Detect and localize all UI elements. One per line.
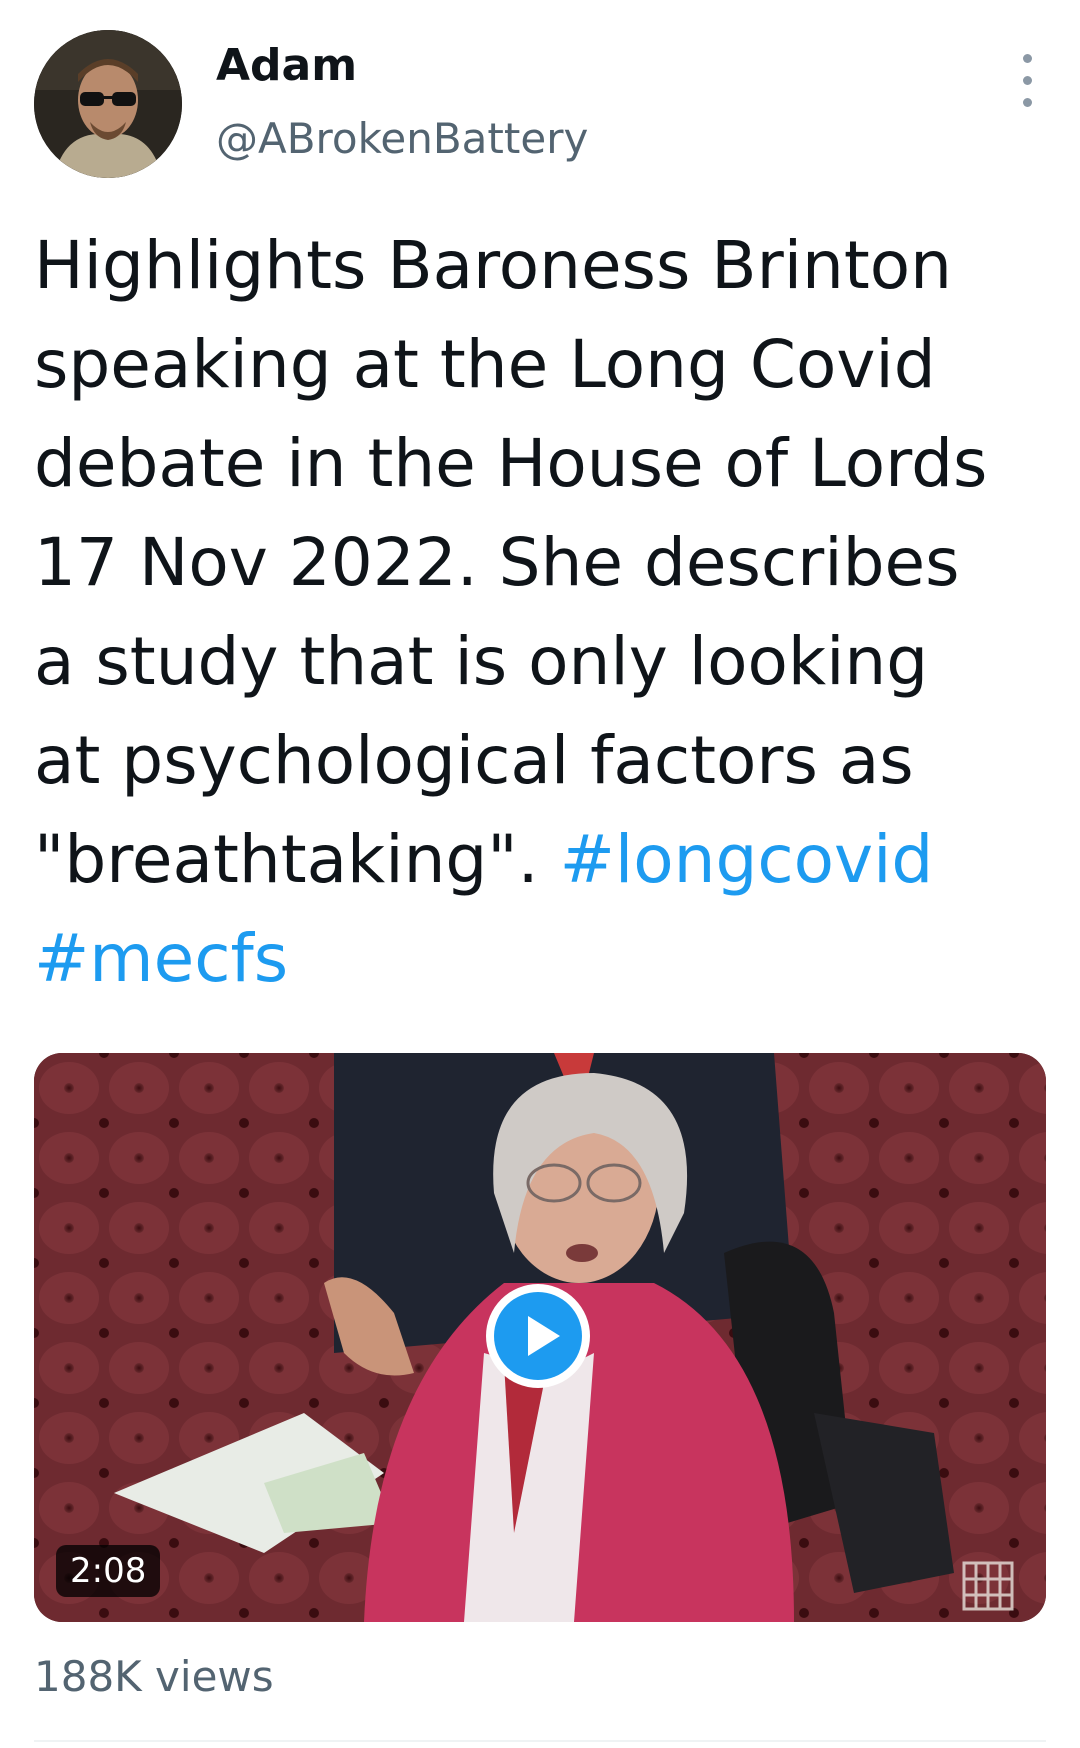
tweet-text-line: debate in the House of Lords — [34, 425, 988, 502]
play-button[interactable] — [486, 1284, 590, 1388]
tweet-text-line: a study that is only looking — [34, 623, 929, 700]
author-handle[interactable]: @ABrokenBattery — [216, 114, 588, 163]
hashtag-link[interactable]: #longcovid — [560, 821, 934, 898]
play-icon — [528, 1316, 560, 1356]
avatar[interactable] — [34, 30, 182, 178]
tweet-text: Highlights Baroness Brinton speaking at … — [34, 216, 1054, 1008]
view-count: 188K views — [34, 1652, 274, 1701]
tweet-header: Adam @ABrokenBattery — [0, 0, 1080, 200]
tweet-text-line: "breathtaking". — [34, 821, 560, 898]
play-icon-circle — [494, 1292, 582, 1380]
tweet-text-line: speaking at the Long Covid — [34, 326, 936, 403]
more-options-button[interactable] — [1010, 52, 1046, 108]
more-vertical-icon-dot — [1023, 76, 1032, 85]
tweet-text-line: 17 Nov 2022. She describes — [34, 524, 960, 601]
tweet-text-line: at psychological factors as — [34, 722, 914, 799]
hashtag-link[interactable]: #mecfs — [34, 920, 288, 997]
more-vertical-icon — [1023, 54, 1032, 63]
divider — [34, 1740, 1046, 1742]
avatar-image — [34, 30, 182, 178]
tweet-text-line: Highlights Baroness Brinton — [34, 227, 952, 304]
more-vertical-icon-dot — [1023, 98, 1032, 107]
author-display-name[interactable]: Adam — [216, 40, 357, 91]
video-duration: 2:08 — [56, 1545, 161, 1597]
